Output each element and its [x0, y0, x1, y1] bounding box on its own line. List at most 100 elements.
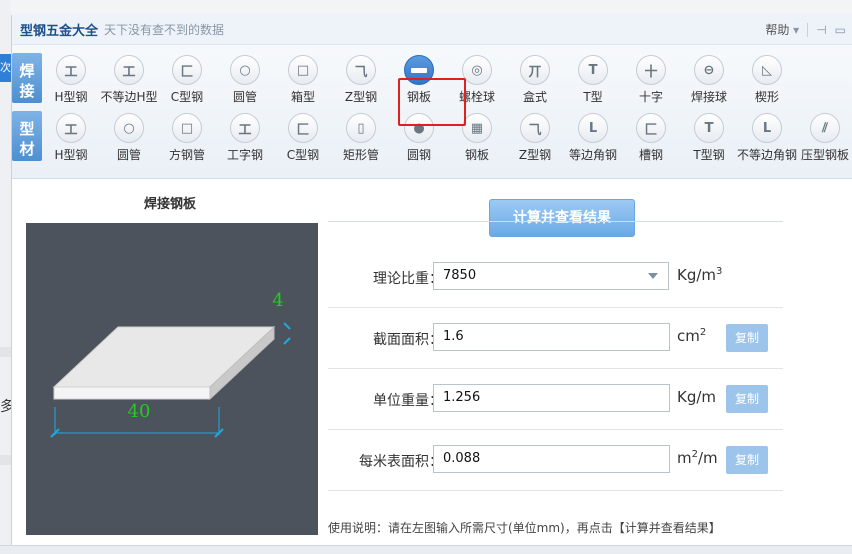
toolbar-item-steel-plate[interactable]: ▦ 钢板: [448, 109, 506, 165]
toolbar-item-label: C型钢: [170, 90, 204, 104]
toolbar-item-label: 槽钢: [638, 148, 663, 162]
title-bar: 型钢五金大全 天下没有查不到的数据 帮助 ▾ ⊣ ▭: [12, 15, 852, 45]
h-beam-icon: 工: [56, 113, 86, 143]
toolbar-row-profiles: 型材工 H型钢 ○ 圆管 □ 方钢管工工字钢匚 C型钢 ▯ 矩形管 ● 圆钢 ▦ 钢板⺄ Z型钢 L 等边角钢…: [12, 109, 852, 167]
unit-weight-field[interactable]: 1.256: [433, 384, 670, 412]
corrugated-plate-icon: ⫽: [810, 113, 840, 143]
channel-icon: 匚: [636, 113, 666, 143]
toolbar-row-welded: 焊接工H型钢工不等边H型匚C型钢○圆管□箱型⺄Z型钢▬钢板◎螺栓球丌盒式TT型十…: [12, 51, 796, 109]
toolbar-item-welded-ball[interactable]: ⊖ 焊接球: [680, 51, 738, 107]
section-toolbar: 焊接工H型钢工不等边H型匚C型钢○圆管□箱型⺄Z型钢▬钢板◎螺栓球丌盒式TT型十…: [12, 45, 852, 179]
chevron-down-icon: ▾: [793, 23, 800, 37]
toolbar-item-label: 不等边H型: [100, 90, 158, 104]
toolbar-item-round-pipe[interactable]: ○ 圆管: [100, 109, 158, 165]
cross-section-icon: 十: [636, 55, 666, 85]
toolbar-item-unequal-angle[interactable]: L 不等边角钢: [737, 109, 798, 165]
toolbar-item-rect-pipe[interactable]: ▯ 矩形管: [332, 109, 390, 165]
welded-ball-icon: ⊖: [694, 55, 724, 85]
toolbar-item-corrugated-plate[interactable]: ⫽ 压型钢板: [796, 109, 852, 165]
section-area-field[interactable]: 1.6: [433, 323, 670, 351]
usage-instructions: 使用说明：请在左图输入所需尺寸(单位mm)，再点击【计算并查看结果】: [328, 521, 721, 535]
toolbar-item-label: 压型钢板: [800, 148, 849, 162]
help-menu[interactable]: 帮助 ▾: [765, 21, 799, 38]
z-section-icon: ⺄: [520, 113, 550, 143]
toolbar-item-label: T型钢: [693, 148, 725, 162]
toolbar-item-round-pipe[interactable]: ○ 圆管: [216, 51, 274, 107]
row-density: 理论比重： 7850 Kg/m3: [328, 248, 783, 308]
t-section-icon: T: [578, 55, 608, 85]
calculate-button[interactable]: 计算并查看结果: [489, 199, 635, 237]
toolbar-item-cross-section[interactable]: 十十字: [622, 51, 680, 107]
title-bar-controls: 帮助 ▾ ⊣ ▭: [765, 21, 846, 38]
toolbar-item-label: Z型钢: [518, 148, 552, 162]
toolbar-item-wedge[interactable]: ◺ 楔形: [738, 51, 796, 107]
pin-icon[interactable]: ⊣: [816, 23, 826, 37]
toolbar-item-channel[interactable]: 匚槽钢: [622, 109, 680, 165]
toolbar-item-label: 十字: [638, 90, 663, 104]
app-title: 型钢五金大全: [20, 24, 99, 39]
copy-surface-area-button[interactable]: 复制: [726, 446, 768, 474]
form-divider: [328, 221, 783, 222]
toolbar-item-t-section[interactable]: T T型: [564, 51, 622, 107]
toolbar-item-label: C型钢: [286, 148, 320, 162]
round-pipe-icon: ○: [114, 113, 144, 143]
unequal-h-beam-icon: 工: [114, 55, 144, 85]
density-select[interactable]: 7850: [433, 262, 669, 290]
round-pipe-icon: ○: [230, 55, 260, 85]
toolbar-item-round-bar[interactable]: ● 圆钢: [390, 109, 448, 165]
toolbar-item-c-channel[interactable]: 匚 C型钢: [158, 51, 216, 107]
thickness-dimension-input[interactable]: 4: [272, 290, 283, 311]
background-tab: 次: [0, 54, 11, 82]
toolbar-item-unequal-h-beam[interactable]: 工不等边H型: [100, 51, 158, 107]
main-panel: 焊接钢板 40 4 计算并查看结果 理论比重： 7850 Kg/m3 截面面积：…: [12, 181, 852, 554]
surface-area-field[interactable]: 0.088: [433, 445, 670, 473]
separator: [807, 22, 809, 37]
section-area-unit: cm2: [677, 327, 707, 345]
dim-tick: [283, 322, 291, 330]
background-divider: [0, 347, 11, 357]
density-unit: Kg/m3: [677, 266, 723, 284]
row-unit-weight: 单位重量： 1.256 Kg/m 复制: [328, 370, 783, 430]
toolbar-item-box-type[interactable]: 丌盒式: [506, 51, 564, 107]
plate-drawing: 40 4: [50, 290, 291, 438]
toolbar-item-label: 楔形: [754, 90, 779, 104]
toolbar-item-label: 不等边角钢: [737, 148, 798, 162]
toolbar-item-steel-plate[interactable]: ▬ 钢板: [390, 51, 448, 107]
diagram-title: 焊接钢板: [144, 197, 197, 212]
toolbar-item-equal-angle[interactable]: L 等边角钢: [564, 109, 622, 165]
toolbar-item-label: 箱型: [290, 90, 315, 104]
toolbar-item-label: 圆钢: [406, 148, 431, 162]
background-divider: [0, 455, 11, 465]
width-dimension-input[interactable]: 40: [128, 401, 151, 422]
toolbar-item-square-pipe[interactable]: □ 方钢管: [158, 109, 216, 165]
toolbar-item-bolt-ball[interactable]: ◎ 螺栓球: [448, 51, 506, 107]
copy-unit-weight-button[interactable]: 复制: [726, 385, 768, 413]
toolbar-item-h-beam[interactable]: 工 H型钢: [42, 51, 100, 107]
toolbar-item-label: 矩形管: [342, 148, 379, 162]
toolbar-item-z-section[interactable]: ⺄ Z型钢: [506, 109, 564, 165]
toolbar-item-label: Z型钢: [344, 90, 378, 104]
square-pipe-icon: □: [172, 113, 202, 143]
c-channel-icon: 匚: [288, 113, 318, 143]
row-section-area: 截面面积： 1.6 cm2 复制: [328, 309, 783, 369]
plate-diagram: 40 4: [26, 223, 318, 535]
app-window: 型钢五金大全 天下没有查不到的数据 帮助 ▾ ⊣ ▭ 焊接工 H型钢工不等边H型匚…: [11, 15, 852, 554]
plate-front-face: [53, 386, 211, 400]
z-section-icon: ⺄: [346, 55, 376, 85]
copy-section-area-button[interactable]: 复制: [726, 324, 768, 352]
toolbar-item-label: 等边角钢: [568, 148, 617, 162]
unit-weight-unit: Kg/m: [677, 388, 717, 406]
toolbar-item-z-section[interactable]: ⺄ Z型钢: [332, 51, 390, 107]
toolbar-item-c-channel[interactable]: 匚 C型钢: [274, 109, 332, 165]
steel-plate-icon: ▬: [404, 55, 434, 85]
minimize-icon[interactable]: ▭: [835, 23, 846, 37]
toolbar-item-t-section[interactable]: T T型钢: [680, 109, 738, 165]
c-channel-icon: 匚: [172, 55, 202, 85]
dim-tick: [283, 337, 291, 345]
background-window-strip: 次 多: [0, 0, 14, 554]
equal-angle-icon: L: [578, 113, 608, 143]
surface-area-unit: m2/m: [677, 449, 718, 467]
toolbar-item-i-beam[interactable]: 工工字钢: [216, 109, 274, 165]
toolbar-item-h-beam[interactable]: 工 H型钢: [42, 109, 100, 165]
toolbar-item-box-section[interactable]: □ 箱型: [274, 51, 332, 107]
